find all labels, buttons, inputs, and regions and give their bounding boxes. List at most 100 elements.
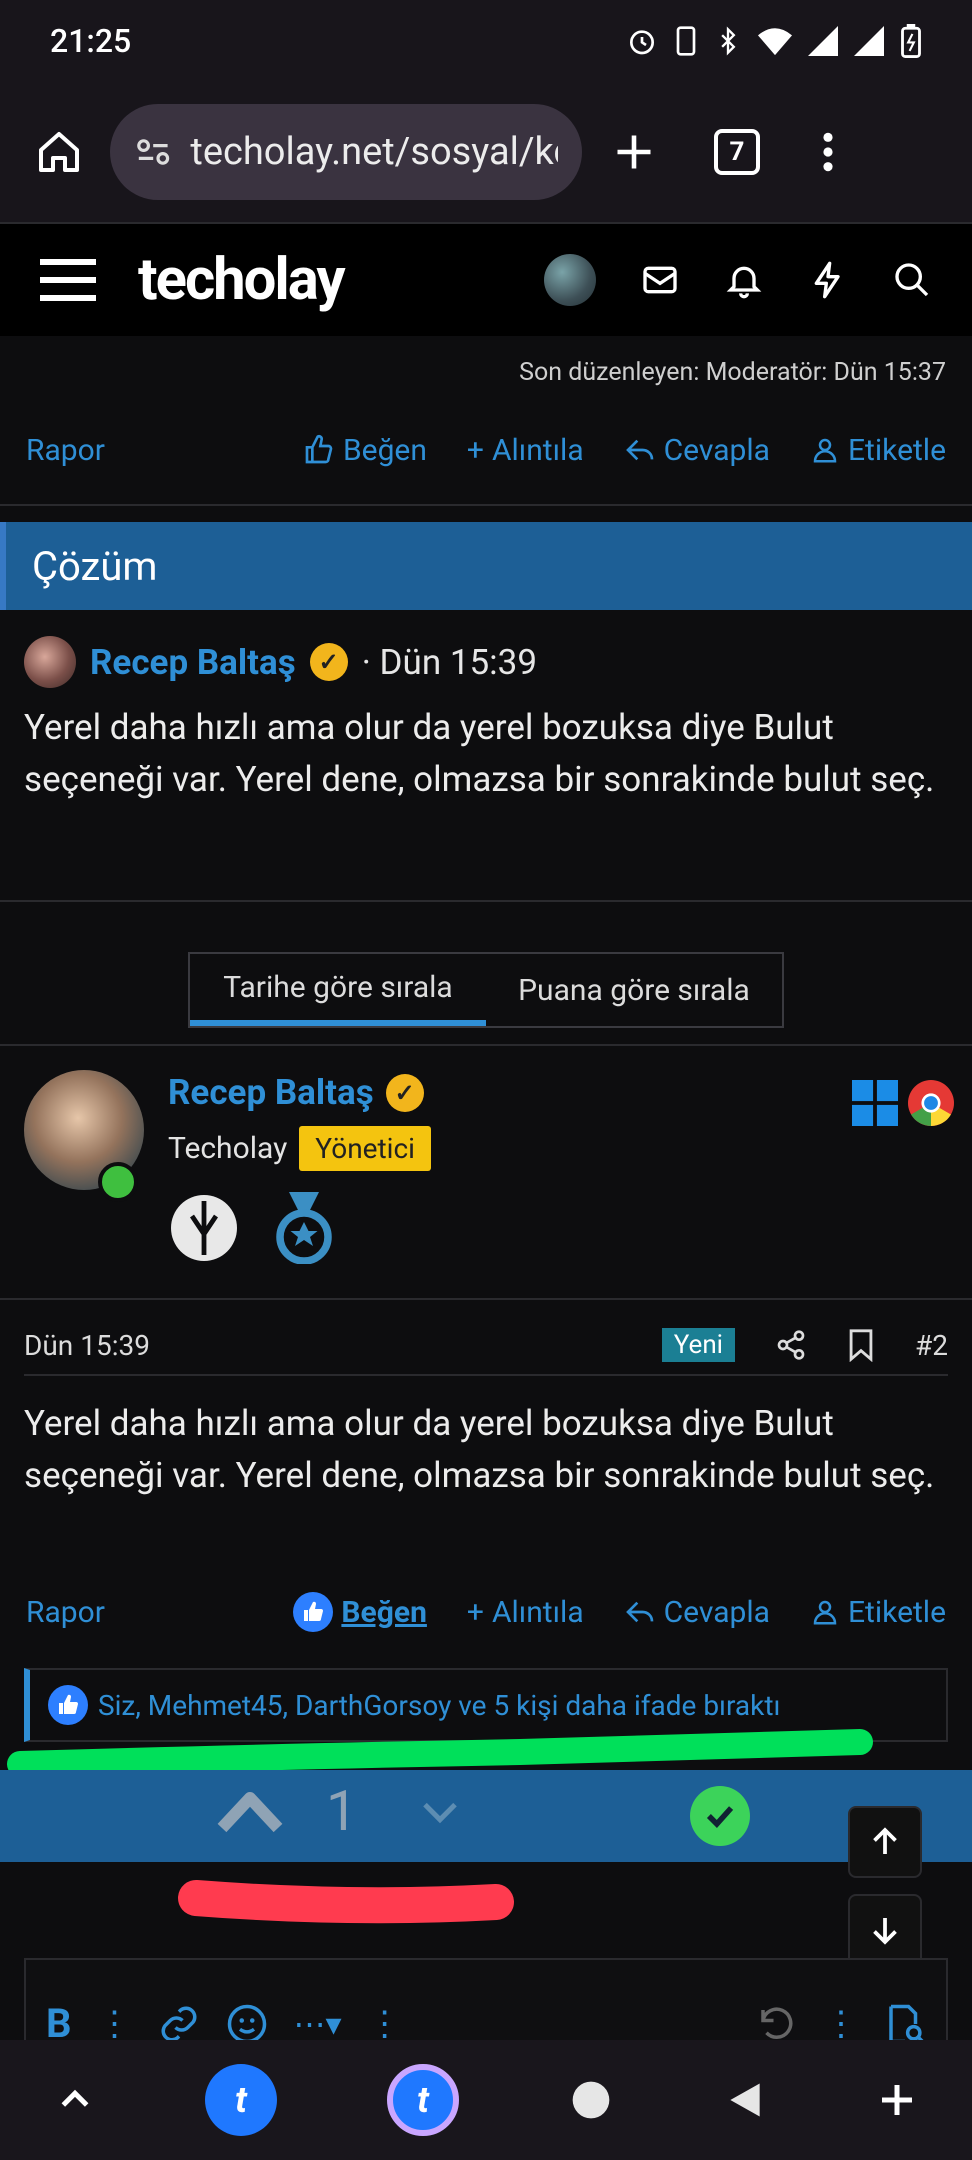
battery-icon — [901, 24, 921, 58]
tab-sort-by-score[interactable]: Puana göre sırala — [486, 954, 782, 1026]
site-settings-icon[interactable] — [134, 132, 172, 172]
more-vertical-icon[interactable]: ⋮ — [98, 2004, 132, 2044]
tag-label: Etiketle — [848, 432, 946, 468]
quote-button[interactable]: + Alıntıla — [467, 433, 584, 468]
solution-username[interactable]: Recep Baltaş — [90, 642, 296, 683]
like-label: Beğen — [341, 1594, 427, 1630]
site-header: techolay — [0, 224, 972, 336]
bell-icon[interactable] — [724, 260, 764, 300]
back-triangle-icon[interactable] — [723, 2078, 767, 2122]
chevron-up-icon[interactable] — [55, 2080, 95, 2120]
post2-meta: Dün 15:39 Yeni #2 — [24, 1320, 948, 1370]
tag-button[interactable]: Etiketle — [810, 1595, 946, 1630]
divider — [0, 1298, 972, 1300]
downvote-icon[interactable] — [420, 1798, 460, 1828]
like-reaction-icon — [48, 1685, 88, 1725]
status-time: 21:25 — [50, 22, 132, 60]
user-icon — [813, 1600, 837, 1625]
thumbs-up-icon — [305, 434, 333, 464]
tab-sort-by-date[interactable]: Tarihe göre sırala — [190, 954, 486, 1026]
solution-author: Recep Baltaş ✓ · Dün 15:39 — [24, 636, 537, 688]
like-button[interactable]: Beğen — [303, 433, 427, 468]
techolay-app-active-icon[interactable]: t — [387, 2064, 459, 2136]
signal-icon-2 — [854, 26, 884, 56]
bluetooth-icon — [721, 26, 736, 56]
author-site: Techolay — [168, 1131, 288, 1166]
trophy-badges — [168, 1192, 334, 1264]
status-bar: 21:25 — [0, 0, 972, 82]
bolt-icon[interactable] — [808, 260, 848, 300]
solution-check-icon[interactable] — [690, 1786, 750, 1846]
solution-time[interactable]: · Dün 15:39 — [362, 642, 537, 683]
search-icon[interactable] — [892, 260, 932, 300]
hamburger-menu-icon[interactable] — [40, 258, 96, 302]
more-vertical-icon[interactable]: ⋮ — [368, 2004, 402, 2044]
reply-button[interactable]: Cevapla — [624, 1595, 770, 1630]
reply-icon — [625, 1601, 653, 1623]
plus-icon[interactable] — [877, 2080, 917, 2120]
medal-icon[interactable] — [274, 1192, 334, 1264]
jedi-emblem-icon[interactable] — [168, 1192, 240, 1264]
user-icon — [813, 438, 837, 463]
undo-icon[interactable] — [756, 2003, 798, 2045]
report-link[interactable]: Rapor — [26, 433, 105, 468]
last-edited-note: Son düzenleyen: Moderatör: Dün 15:37 — [519, 358, 946, 387]
solution-avatar[interactable] — [24, 636, 76, 688]
quote-label: Alıntıla — [491, 1594, 584, 1630]
arrow-down-icon — [873, 1918, 897, 1945]
share-icon[interactable] — [775, 1329, 807, 1361]
scroll-top-button[interactable] — [848, 1806, 922, 1878]
tab-switcher-button[interactable]: 7 — [714, 129, 760, 175]
verified-icon: ✓ — [385, 1073, 424, 1112]
more-options-icon[interactable]: ⋯▾ — [294, 2005, 342, 2043]
url-text[interactable]: techolay.net/sosyal/kc — [190, 130, 558, 174]
home-button[interactable] — [24, 117, 94, 187]
scroll-bottom-button[interactable] — [848, 1894, 922, 1966]
arrow-up-icon — [873, 1827, 897, 1854]
status-icons — [626, 24, 922, 58]
home-circle-icon[interactable] — [569, 2078, 613, 2122]
report-link[interactable]: Rapor — [26, 1595, 105, 1630]
system-nav-bar: t t — [0, 2040, 972, 2160]
upvote-icon[interactable] — [216, 1788, 284, 1836]
user-avatar[interactable] — [544, 254, 596, 306]
like-button-active[interactable]: Beğen — [293, 1592, 427, 1632]
author-role-row: Techolay Yönetici — [168, 1126, 431, 1171]
bookmark-icon[interactable] — [847, 1328, 875, 1362]
site-logo[interactable]: techolay — [138, 246, 346, 314]
divider — [0, 504, 972, 506]
browser-menu-icon[interactable] — [818, 130, 838, 174]
reply-button[interactable]: Cevapla — [624, 433, 770, 468]
post2-text[interactable]: Yerel daha hızlı ama olur da yerel bozuk… — [24, 1398, 954, 1502]
wifi-icon — [758, 28, 792, 56]
divider — [24, 1374, 948, 1376]
more-vertical-icon[interactable]: ⋮ — [824, 2004, 858, 2044]
new-tab-icon[interactable] — [612, 130, 656, 174]
mail-icon[interactable] — [640, 260, 680, 300]
link-icon[interactable] — [158, 2003, 200, 2045]
reply-label: Cevapla — [663, 1594, 770, 1630]
phone-icon — [676, 26, 696, 56]
online-status-icon — [98, 1162, 138, 1202]
emoji-icon[interactable] — [226, 2003, 268, 2045]
like-filled-icon — [293, 1592, 334, 1632]
reply-label: Cevapla — [663, 432, 770, 468]
like-label: Beğen — [342, 432, 427, 468]
solution-text[interactable]: Yerel daha hızlı ama olur da yerel bozuk… — [24, 702, 954, 806]
post-number[interactable]: #2 — [915, 1329, 948, 1362]
author-username[interactable]: Recep Baltaş — [168, 1072, 374, 1113]
post2-time[interactable]: Dün 15:39 — [24, 1329, 150, 1362]
tag-label: Etiketle — [848, 1594, 946, 1630]
post1-actions: Rapor Beğen + Alıntıla Cevapla Etiketle — [0, 420, 972, 480]
techolay-app-icon[interactable]: t — [205, 2064, 277, 2136]
reactions-text[interactable]: Siz, Mehmet45, DarthGorsoy ve 5 kişi dah… — [98, 1689, 780, 1722]
tag-button[interactable]: Etiketle — [810, 433, 946, 468]
post2-actions: Rapor Beğen + Alıntıla Cevapla Etiketle — [0, 1582, 972, 1642]
plus-icon: + — [466, 432, 484, 468]
reply-icon — [625, 439, 653, 461]
address-bar[interactable]: techolay.net/sosyal/kc — [110, 104, 582, 200]
preview-icon[interactable] — [884, 2003, 926, 2045]
plus-icon: + — [466, 1594, 484, 1630]
red-highlight-stroke — [178, 1880, 514, 1924]
quote-button[interactable]: + Alıntıla — [467, 1595, 584, 1630]
